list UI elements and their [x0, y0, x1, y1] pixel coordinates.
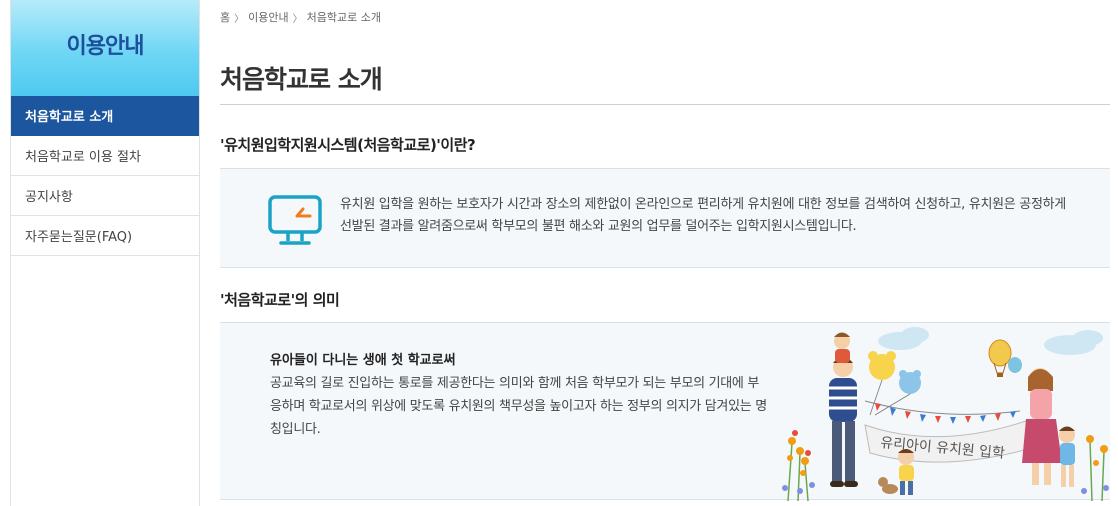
main-content: 홈 〉 이용안내 〉 처음학교로 소개 처음학교로 소개 '유치원입학지원시스템…	[220, 0, 1110, 506]
sidebar-title: 이용안내	[66, 34, 145, 59]
breadcrumb-current: 처음학교로 소개	[306, 11, 381, 24]
page-title: 처음학교로 소개	[220, 65, 383, 94]
monitor-icon	[268, 195, 322, 245]
breadcrumb-home[interactable]: 홈	[220, 9, 230, 25]
section-meaning-text: 공교육의 길로 진입하는 통로를 제공한다는 의미와 함께 처음 학부모가 되는…	[270, 376, 767, 437]
title-divider	[220, 104, 1110, 105]
breadcrumb: 홈 〉 이용안내 〉 처음학교로 소개	[220, 9, 381, 25]
sidebar-item-intro[interactable]: 처음학교로 소개	[11, 96, 199, 136]
sidebar-item-notice[interactable]: 공지사항	[11, 176, 199, 216]
section-meaning-box: 유아들이 다니는 생애 첫 학교로써 공교육의 길로 진입하는 통로를 제공한다…	[220, 322, 1110, 501]
section-meaning-title: '처음학교로'의 의미	[220, 291, 340, 309]
section-what-is-text: 유치원 입학을 원하는 보호자가 시간과 장소의 제한없이 온라인으로 편리하게…	[340, 197, 1066, 234]
family-illustration: 유리아이 유치원 입학	[782, 327, 1109, 501]
breadcrumb-level1[interactable]: 이용안내	[248, 9, 288, 25]
section-meaning-heading: 유아들이 다니는 생애 첫 학교로써	[270, 353, 456, 368]
breadcrumb-separator: 〉	[234, 13, 245, 25]
sidebar-item-procedure[interactable]: 처음학교로 이용 절차	[11, 136, 199, 176]
breadcrumb-separator: 〉	[292, 13, 303, 25]
section-what-is-title: '유치원입학지원시스템(처음학교로)'이란?	[220, 136, 476, 154]
sidebar: 이용안내 처음학교로 소개 처음학교로 이용 절차 공지사항 자주묻는질문(FA…	[10, 0, 200, 506]
sidebar-header: 이용안내	[11, 0, 199, 96]
section-what-is-box: 유치원 입학을 원하는 보호자가 시간과 장소의 제한없이 온라인으로 편리하게…	[220, 168, 1110, 268]
sidebar-item-faq[interactable]: 자주묻는질문(FAQ)	[11, 216, 199, 256]
